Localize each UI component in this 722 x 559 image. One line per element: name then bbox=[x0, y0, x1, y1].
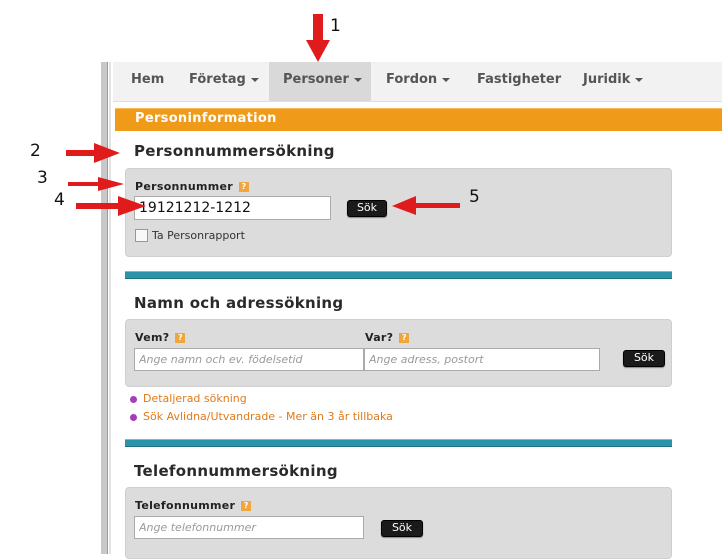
annotation-number-4: 4 bbox=[54, 190, 65, 210]
arrow-5-icon bbox=[392, 196, 460, 215]
annotation-arrows bbox=[66, 14, 460, 216]
arrow-3-icon bbox=[68, 177, 124, 191]
annotation-number-5: 5 bbox=[469, 187, 480, 207]
arrow-2-icon bbox=[66, 143, 120, 163]
arrow-1-icon bbox=[306, 14, 330, 62]
annotation-number-2: 2 bbox=[30, 141, 41, 161]
arrow-4-icon bbox=[76, 196, 146, 216]
annotation-number-1: 1 bbox=[330, 16, 341, 36]
annotation-number-3: 3 bbox=[37, 168, 48, 188]
